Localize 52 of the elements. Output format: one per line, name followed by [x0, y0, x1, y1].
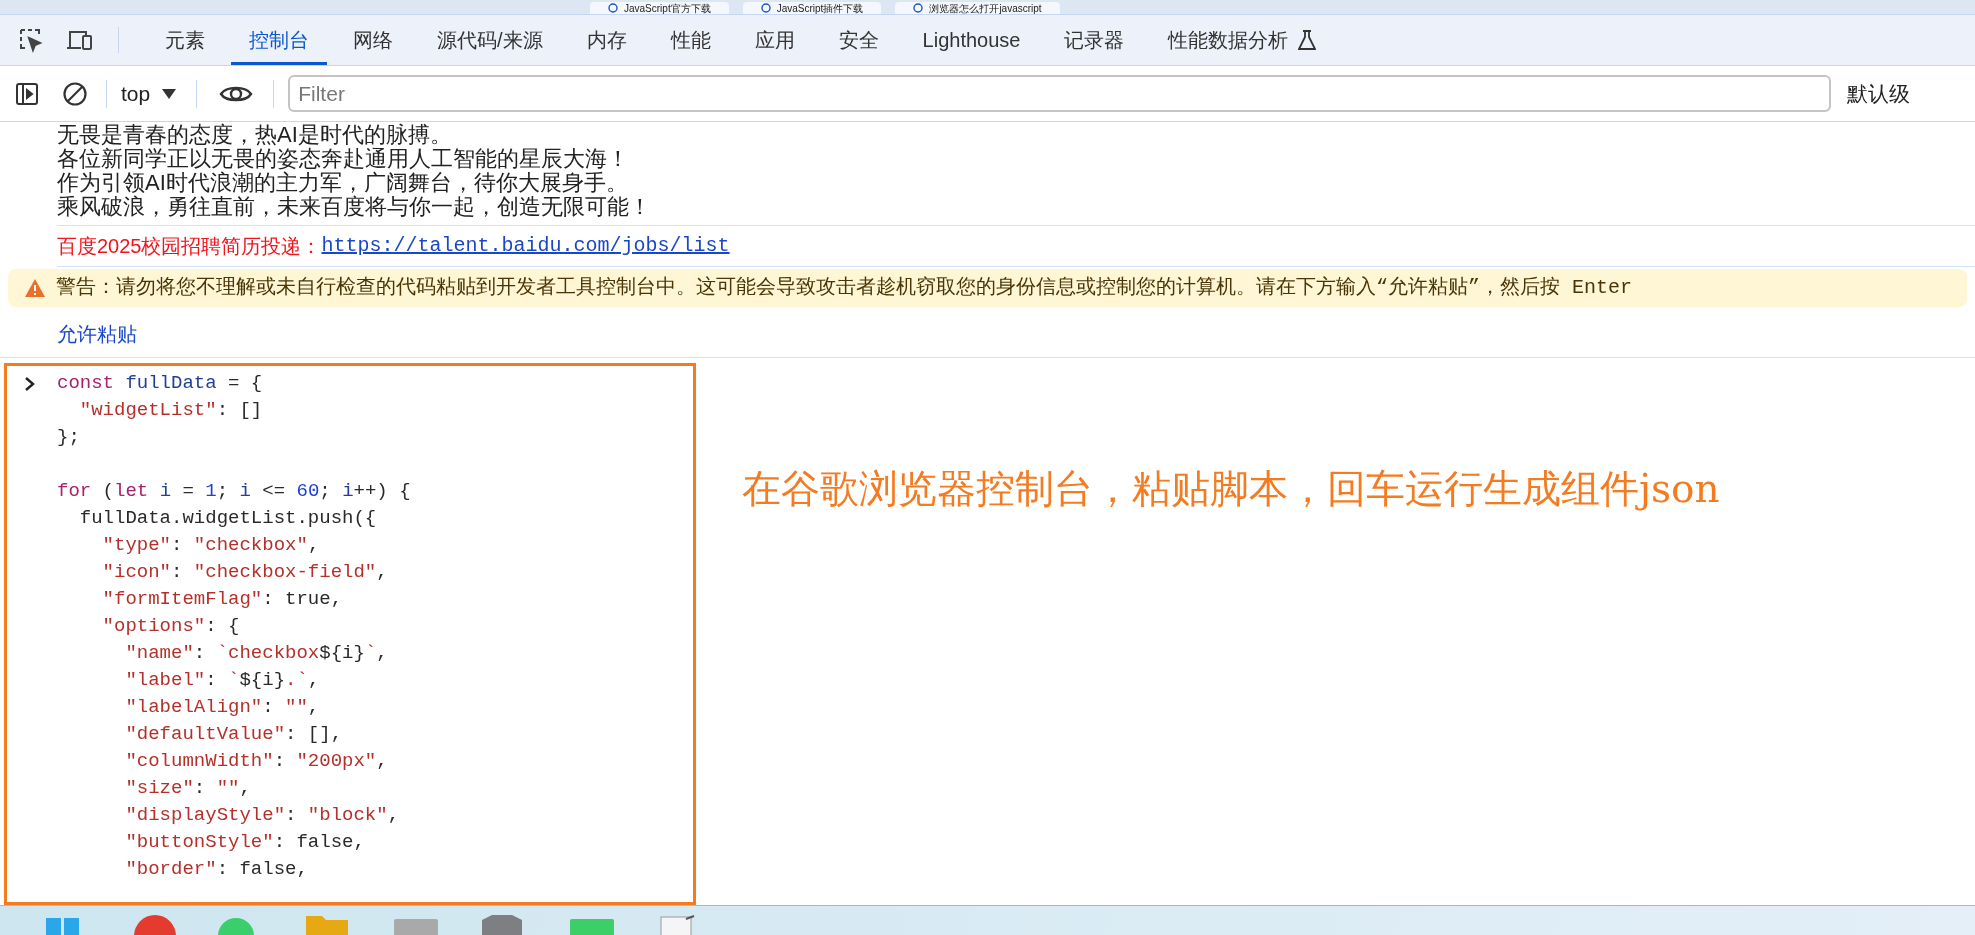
code-line: "type": "checkbox",	[101, 533, 320, 558]
devtools-tab[interactable]: 安全	[820, 15, 897, 65]
console-message: 乘风破浪，勇往直前，未来百度将与你一起，创造无限可能！	[57, 195, 651, 219]
code-line: "labelAlign": "",	[124, 695, 320, 720]
code-line: "displayStyle": "block",	[124, 803, 400, 828]
code-line: "name": `checkbox${i}`,	[124, 641, 388, 666]
window-icon[interactable]	[394, 917, 438, 935]
code-line: "defaultValue": [],	[124, 722, 343, 747]
code-line: fullData.widgetList.push({	[78, 506, 377, 531]
code-line: "formItemFlag": true,	[101, 587, 343, 612]
link[interactable]: https://talent.baidu.com/jobs/list	[321, 231, 730, 261]
code-line: };	[57, 425, 80, 450]
devtools-tab[interactable]: 应用	[736, 15, 813, 65]
code-line: "widgetList": []	[78, 398, 263, 423]
devtools-tab[interactable]: 内存	[568, 15, 645, 65]
console-message: 各位新同学正以无畏的姿态奔赴通用人工智能的星辰大海！	[57, 147, 629, 171]
annotation-text: 在谷歌浏览器控制台，粘贴脚本，回车运行生成组件json	[742, 465, 1720, 513]
devtools-tab[interactable]: 源代码/来源	[419, 15, 561, 65]
caret-icon	[162, 88, 177, 99]
code-line: const fullData = {	[57, 371, 263, 396]
grid-icon[interactable]	[46, 916, 80, 935]
code-line: "size": "",	[124, 776, 251, 801]
devtools-tab[interactable]: 元素	[147, 15, 223, 65]
clear-console-icon[interactable]	[62, 80, 88, 107]
browser-tab[interactable]: JavaScript官方下载	[590, 2, 729, 14]
notepad-icon[interactable]	[660, 915, 696, 935]
devtools-tab[interactable]: 网络	[335, 15, 411, 65]
devtools-tab[interactable]: 性能	[652, 15, 729, 65]
console-message: 百度2025校园招聘简历投递：	[57, 234, 322, 259]
devtools-tab[interactable]: 性能数据分析	[1150, 15, 1335, 65]
console-message: 无畏是青春的态度，热AI是时代的脉搏。	[57, 123, 452, 147]
code-line: "icon": "checkbox-field",	[101, 560, 388, 585]
console-message: 作为引领AI时代浪潮的主力军，广阔舞台，待你大展身手。	[57, 171, 628, 195]
context-dropdown[interactable]: top	[107, 73, 191, 114]
warning-icon	[24, 278, 46, 298]
log-level-label[interactable]: 默认级	[1847, 77, 1911, 110]
devtools-tab[interactable]: 记录器	[1046, 15, 1143, 65]
code-line: "border": false,	[124, 857, 308, 882]
code-line: "columnWidth": "200px",	[124, 749, 388, 774]
code-line: "buttonStyle": false,	[124, 830, 365, 855]
code-line: for (let i = 1; i <= 60; i++) {	[57, 479, 411, 504]
devtools-tab[interactable]: Lighthouse	[904, 15, 1039, 65]
sidebar-toggle-icon[interactable]	[14, 80, 40, 107]
code-line: "options": {	[101, 614, 240, 639]
warning-text: 警告：请勿将您不理解或未自行检查的代码粘贴到开发者工具控制台中。这可能会导致攻击者趁机窃取您的身份信息或控制您的计算机。请在下方输入“允许粘贴”，然后按 Enter	[56, 275, 1632, 301]
browser-tab[interactable]: 浏览器怎么打开javascript	[895, 2, 1060, 14]
select-element-icon[interactable]	[18, 27, 44, 53]
console-command: 允许粘贴	[57, 322, 137, 347]
browser-tab[interactable]: JavaScript插件下载	[742, 2, 882, 14]
code-line: "label": `${i}.`,	[124, 668, 320, 693]
prompt-chevron-icon	[24, 377, 36, 391]
filter-field[interactable]: Filter	[288, 75, 1832, 112]
